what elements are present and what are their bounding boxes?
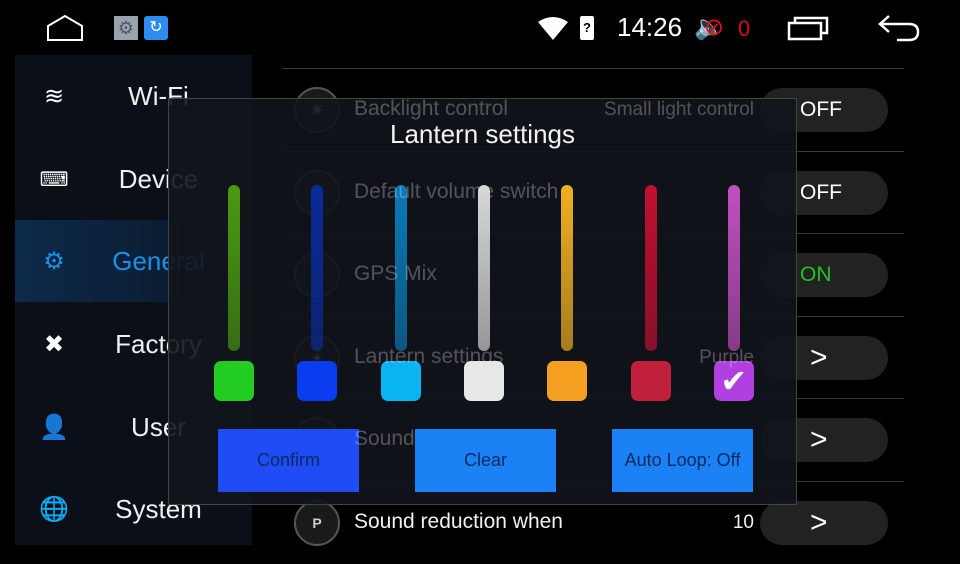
green-brightness-slider[interactable] [228,185,240,351]
home-icon[interactable] [45,14,85,42]
sound-reduction-value: 10 [732,512,754,533]
lantern-settings-dialog: Lantern settings ✔ Confirm Clear Auto Lo… [168,98,797,505]
clock: 14:26 [617,12,683,42]
lantern-label: Lantern settings [354,345,504,368]
confirm-button[interactable]: Confirm [218,429,359,492]
white-brightness-slider[interactable] [477,185,490,351]
back-icon[interactable] [877,14,921,42]
sim-unknown-icon: ? [580,16,594,40]
refresh-app-icon[interactable]: ↻ [144,16,168,40]
red-brightness-slider[interactable] [644,185,657,351]
clear-button[interactable]: Clear [415,429,556,492]
orange-brightness-slider[interactable] [561,185,574,351]
green-color-swatch[interactable] [214,361,254,401]
lantern-value: Purple [699,347,754,368]
settings-app-icon[interactable]: ⚙ [114,16,138,40]
sound-reduction-label: Sound reduction when [354,510,563,533]
auto-loop-button[interactable]: Auto Loop: Off [612,429,753,492]
wifi-icon [538,17,568,40]
orange-color-swatch[interactable] [547,361,588,401]
red-color-swatch[interactable] [630,361,671,401]
dialog-title: Lantern settings [389,119,575,149]
blue-brightness-slider[interactable] [311,185,324,351]
sound-label: Sound [354,427,415,450]
status-bar: ⚙ ↻ ? 14:26 🔈 ⊘ 0 [0,0,960,55]
recent-apps-icon[interactable] [787,15,829,41]
volume-muted-icon[interactable]: 🔈 ⊘ [694,13,724,42]
backlight-label: Backlight control [354,97,509,120]
backlight-value: Small light control [604,99,754,120]
volume-count: 0 [738,16,751,41]
parking-sound-icon: P [294,500,340,546]
purple-brightness-slider[interactable] [727,185,740,351]
sound-reduction-arrow-button[interactable]: > [760,501,888,545]
default-volume-label: Default volume switch [354,180,559,203]
blue-color-swatch[interactable] [297,361,338,401]
gps-mix-label: GPS Mix [354,262,437,285]
